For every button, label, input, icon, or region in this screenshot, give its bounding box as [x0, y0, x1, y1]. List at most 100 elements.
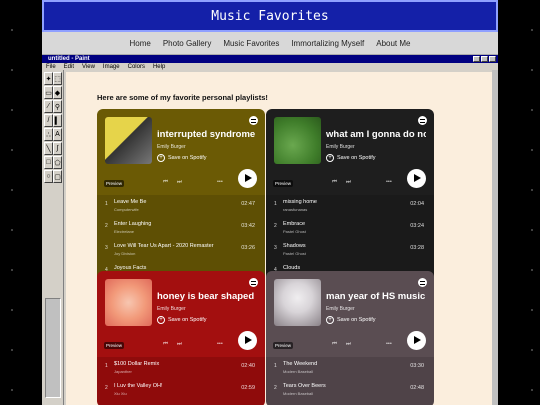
plus-icon: + — [157, 154, 165, 162]
paint-toolbox: ✦ ⬚ ▭ ◆ ⁄ ⚲ / ▍ ∴ A ╲ ∫ □ ⬠ ○ ▢ — [42, 70, 64, 405]
pencil-icon[interactable]: / — [44, 114, 53, 127]
minimize-button[interactable] — [473, 56, 480, 62]
playlist-artist[interactable]: Emily Burger — [326, 306, 355, 312]
track-row[interactable]: 2 I Luv the Valley OH! Xiu Xiu 02:59 — [97, 379, 265, 401]
playlist-cover — [274, 117, 321, 164]
spotify-icon[interactable] — [249, 278, 258, 287]
nav-immortalizing-myself[interactable]: Immortalizing Myself — [291, 39, 364, 48]
playlist-card[interactable]: interrupted syndrome Emily Burger + Save… — [97, 109, 265, 285]
track-duration: 03:30 — [410, 363, 424, 369]
playlist-title[interactable]: honey is bear shaped — [157, 291, 257, 302]
track-row[interactable]: 2 Embrace Pastel Ghost 03:24 — [266, 217, 434, 239]
save-label: Save on Spotify — [337, 317, 376, 323]
play-button[interactable] — [238, 331, 257, 350]
playlist-title[interactable]: what am I gonna do now — [326, 129, 426, 140]
previous-icon[interactable]: ⏮ — [332, 341, 337, 348]
playlist-card[interactable]: man year of HS music Emily Burger + Save… — [266, 271, 434, 405]
line-icon[interactable]: ╲ — [44, 142, 53, 155]
play-button[interactable] — [407, 331, 426, 350]
magnifier-icon[interactable]: ⚲ — [53, 100, 62, 113]
spotify-icon[interactable] — [249, 116, 258, 125]
play-button[interactable] — [407, 169, 426, 188]
spotify-icon[interactable] — [418, 116, 427, 125]
menu-file[interactable]: File — [46, 64, 56, 70]
fill-icon[interactable]: ◆ — [53, 86, 62, 99]
previous-icon[interactable]: ⏮ — [163, 341, 168, 348]
more-icon[interactable]: ••• — [217, 341, 223, 347]
track-row[interactable]: 1 Leave Me Be Computerwife 02:47 — [97, 195, 265, 217]
close-button[interactable] — [489, 56, 496, 62]
polygon-icon[interactable]: ⬠ — [53, 156, 62, 169]
vertical-scrollbar[interactable] — [492, 70, 498, 405]
save-on-spotify-button[interactable]: + Save on Spotify — [326, 316, 376, 324]
nav-photo-gallery[interactable]: Photo Gallery — [163, 39, 211, 48]
track-artist: Joy Division — [114, 251, 136, 256]
picker-icon[interactable]: ⁄ — [44, 100, 53, 113]
spotify-icon[interactable] — [418, 278, 427, 287]
save-label: Save on Spotify — [337, 155, 376, 161]
nav-home[interactable]: Home — [130, 39, 151, 48]
paint-window-title: untitled - Paint — [48, 56, 90, 62]
more-icon[interactable]: ••• — [386, 179, 392, 185]
next-icon[interactable]: ⏭ — [177, 179, 182, 186]
rectangle-icon[interactable]: □ — [44, 156, 53, 169]
track-row[interactable]: 2 Enter Laughing Electrelane 03:42 — [97, 217, 265, 239]
track-artist: Computerwife — [114, 207, 139, 212]
track-artist: Modern Baseball — [283, 369, 314, 374]
track-duration: 03:28 — [410, 245, 424, 251]
more-icon[interactable]: ••• — [217, 179, 223, 185]
brush-icon[interactable]: ▍ — [53, 114, 62, 127]
track-artist: Pastel Ghost — [283, 229, 306, 234]
playlist-card[interactable]: what am I gonna do now Emily Burger + Sa… — [266, 109, 434, 285]
nav-music-favorites[interactable]: Music Favorites — [223, 39, 279, 48]
track-row[interactable]: 1 The Weekend Modern Baseball 03:30 — [266, 357, 434, 379]
track-duration: 03:42 — [241, 223, 255, 229]
track-row[interactable]: 3 Shadows Pastel Ghost 03:28 — [266, 239, 434, 261]
text-icon[interactable]: A — [53, 128, 62, 141]
menu-view[interactable]: View — [82, 64, 95, 70]
playlist-title[interactable]: interrupted syndrome — [157, 129, 257, 140]
track-number: 1 — [105, 363, 108, 369]
next-icon[interactable]: ⏭ — [177, 341, 182, 348]
tool-options-box[interactable] — [45, 298, 61, 398]
play-button[interactable] — [238, 169, 257, 188]
playlist-title[interactable]: man year of HS music — [326, 291, 426, 302]
save-on-spotify-button[interactable]: + Save on Spotify — [157, 154, 207, 162]
playlist-artist[interactable]: Emily Burger — [326, 144, 355, 150]
track-number: 3 — [105, 245, 108, 251]
airbrush-icon[interactable]: ∴ — [44, 128, 53, 141]
eraser-icon[interactable]: ▭ — [44, 86, 53, 99]
nav-about-me[interactable]: About Me — [376, 39, 410, 48]
playlist-card[interactable]: honey is bear shaped Emily Burger + Save… — [97, 271, 265, 405]
track-duration: 02:48 — [410, 385, 424, 391]
previous-icon[interactable]: ⏮ — [163, 179, 168, 186]
track-row[interactable]: 3 Love Will Tear Us Apart - 2020 Remaster… — [97, 239, 265, 261]
track-row[interactable]: 1 missing home ranasfunanas 02:04 — [266, 195, 434, 217]
track-row[interactable]: 1 $100 Dollar Remix Japanther 02:40 — [97, 357, 265, 379]
menu-colors[interactable]: Colors — [128, 64, 145, 70]
rect-select-icon[interactable]: ⬚ — [53, 72, 62, 85]
playlist-artist[interactable]: Emily Burger — [157, 306, 186, 312]
curve-icon[interactable]: ∫ — [53, 142, 62, 155]
free-select-icon[interactable]: ✦ — [44, 72, 53, 85]
ellipse-icon[interactable]: ○ — [44, 170, 53, 183]
more-icon[interactable]: ••• — [386, 341, 392, 347]
track-artist: ranasfunanas — [283, 207, 308, 212]
menu-edit[interactable]: Edit — [64, 64, 74, 70]
save-on-spotify-button[interactable]: + Save on Spotify — [157, 316, 207, 324]
menu-help[interactable]: Help — [153, 64, 165, 70]
paint-titlebar: untitled - Paint — [42, 55, 498, 63]
maximize-button[interactable] — [481, 56, 488, 62]
next-icon[interactable]: ⏭ — [346, 179, 351, 186]
rounded-rect-icon[interactable]: ▢ — [53, 170, 62, 183]
track-artist: Electrelane — [114, 229, 135, 234]
track-number: 2 — [274, 385, 277, 391]
previous-icon[interactable]: ⏮ — [332, 179, 337, 186]
menu-image[interactable]: Image — [103, 64, 120, 70]
playlist-artist[interactable]: Emily Burger — [157, 144, 186, 150]
track-row[interactable]: 2 Tears Over Beers Modern Baseball 02:48 — [266, 379, 434, 401]
paint-canvas[interactable]: Here are some of my favorite personal pl… — [66, 72, 492, 405]
track-number: 2 — [105, 223, 108, 229]
next-icon[interactable]: ⏭ — [346, 341, 351, 348]
save-on-spotify-button[interactable]: + Save on Spotify — [326, 154, 376, 162]
